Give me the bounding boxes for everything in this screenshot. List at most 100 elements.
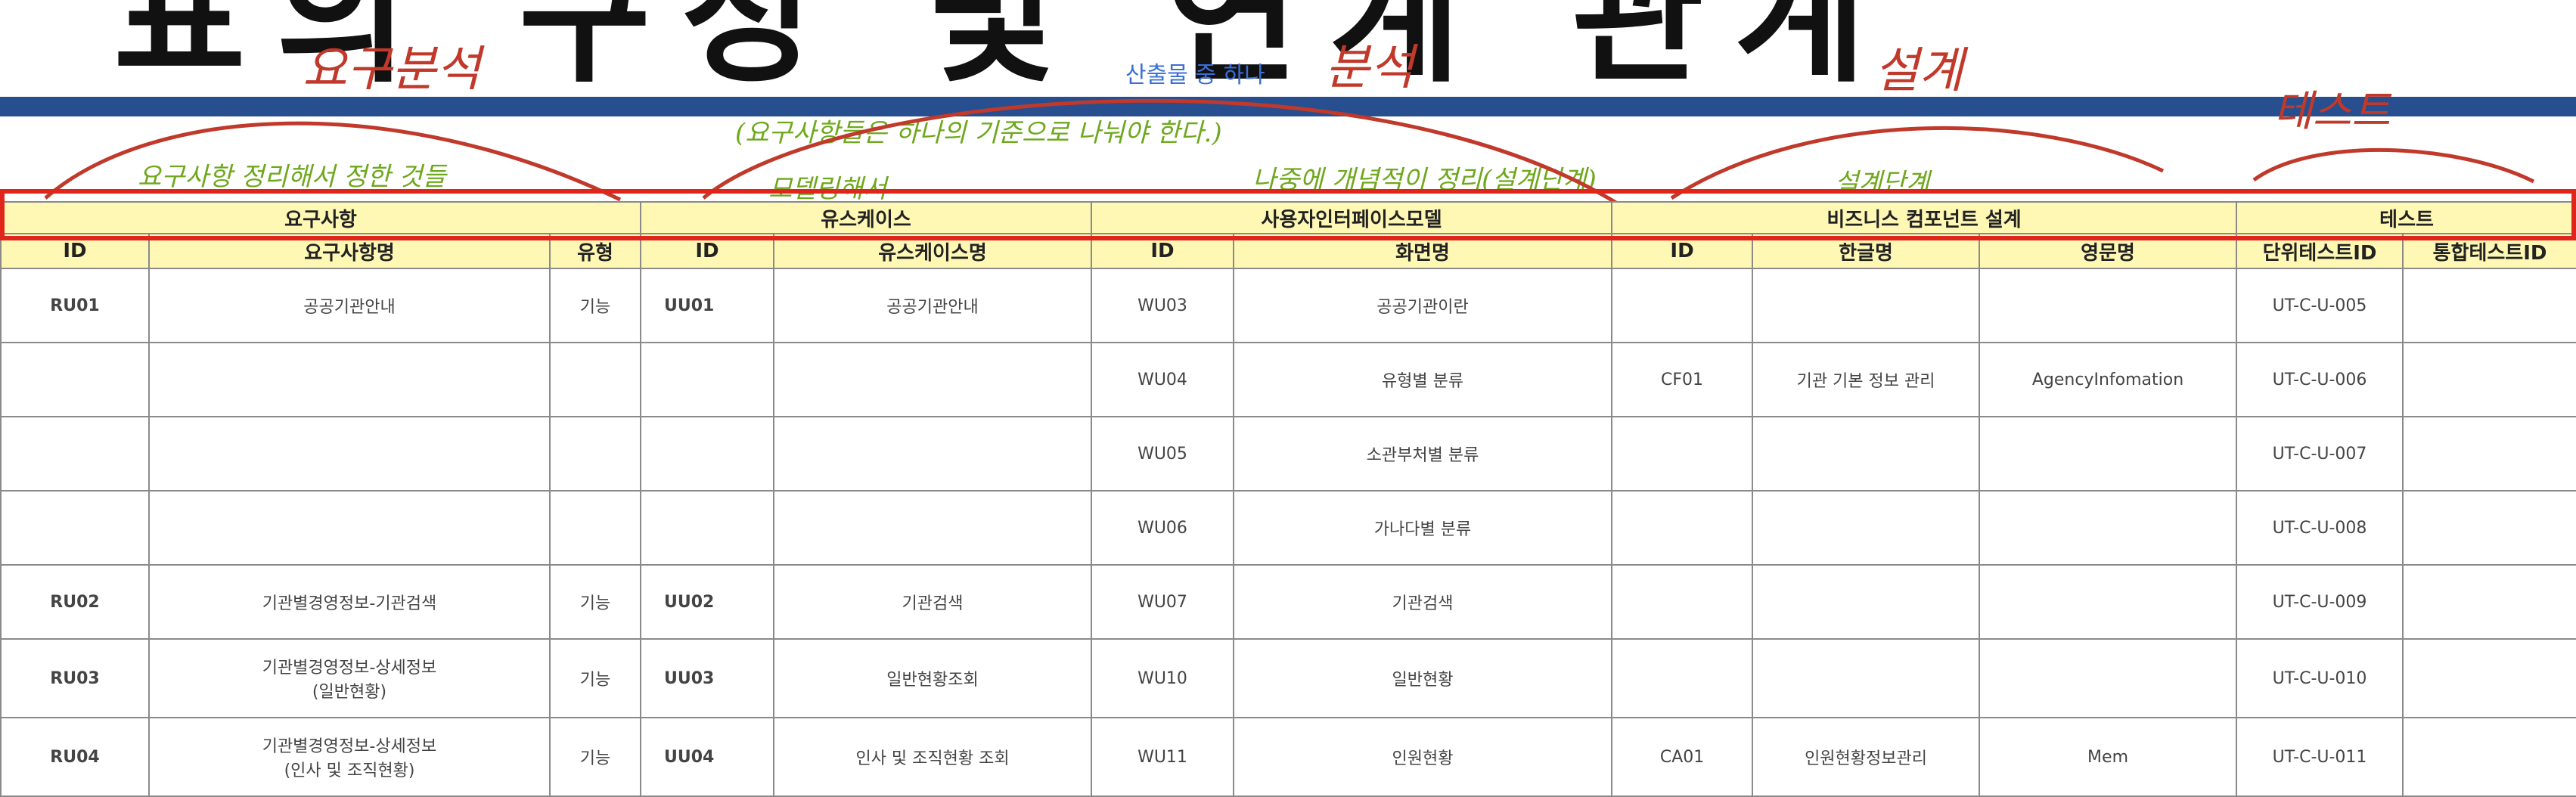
integration-test-id	[2402, 268, 2576, 343]
integration-test-id	[2402, 342, 2576, 417]
integration-test-id	[2402, 638, 2576, 718]
screen-name: 가나다별 분류	[1233, 490, 1613, 566]
table-row: WU05 소관부처별 분류 UT-C-U-007	[0, 416, 2576, 492]
usecase-name: 인사 및 조직현황 조회	[772, 717, 1093, 797]
table-row: RU01 공공기관안내 기능 UU01 공공기관안내 WU03 공공기관이란 U…	[0, 268, 2576, 343]
usecase-id	[640, 342, 774, 417]
unit-test-id: UT-C-U-005	[2236, 268, 2404, 343]
req-name	[148, 490, 551, 566]
req-id: RU02	[0, 564, 150, 640]
usecase-name: 일반현황조회	[772, 638, 1093, 718]
screen-id: WU05	[1091, 416, 1235, 492]
req-type	[549, 416, 641, 492]
component-english-name: Mem	[1979, 717, 2238, 797]
req-id	[0, 342, 150, 417]
component-english-name	[1979, 490, 2238, 566]
traceability-table: 요구사항 유스케이스 사용자인터페이스모델 비즈니스 컴포넌트 설계 테스트 I…	[0, 201, 2576, 797]
screen-name: 유형별 분류	[1233, 342, 1613, 417]
req-name	[148, 416, 551, 492]
unit-test-id: UT-C-U-010	[2236, 638, 2404, 718]
usecase-name: 공공기관안내	[772, 268, 1093, 343]
req-type	[549, 342, 641, 417]
arc-test	[2252, 147, 2535, 184]
usecase-id: UU02	[640, 564, 774, 640]
screen-id: WU03	[1091, 268, 1235, 343]
annotation-design-phase: 설계	[1874, 43, 1963, 99]
screen-id: WU11	[1091, 717, 1235, 797]
component-korean-name	[1752, 416, 1981, 492]
req-type: 기능	[549, 717, 641, 797]
usecase-id: UU01	[640, 268, 774, 343]
screen-name: 일반현황	[1233, 638, 1613, 718]
table-row: WU04 유형별 분류 CF01 기관 기본 정보 관리 AgencyInfom…	[0, 342, 2576, 417]
req-name	[148, 342, 551, 417]
usecase-name	[772, 490, 1093, 566]
component-id: CA01	[1611, 717, 1754, 797]
usecase-name	[772, 342, 1093, 417]
req-type: 기능	[549, 564, 641, 640]
annotation-test-phase: 테스트	[2273, 87, 2391, 136]
usecase-id	[640, 490, 774, 566]
unit-test-id: UT-C-U-007	[2236, 416, 2404, 492]
table-row: RU03 기관별경영정보-상세정보 (일반현황) 기능 UU03 일반현황조회 …	[0, 638, 2576, 718]
screen-name: 공공기관이란	[1233, 268, 1613, 343]
screen-id: WU06	[1091, 490, 1235, 566]
screen-id: WU04	[1091, 342, 1235, 417]
req-type	[549, 490, 641, 566]
req-type: 기능	[549, 638, 641, 718]
component-english-name	[1979, 564, 2238, 640]
component-korean-name	[1752, 490, 1981, 566]
req-id	[0, 416, 150, 492]
integration-test-id	[2402, 416, 2576, 492]
component-korean-name	[1752, 638, 1981, 718]
screen-name: 기관검색	[1233, 564, 1613, 640]
req-name: 기관별경영정보-상세정보 (일반현황)	[148, 638, 551, 718]
req-id: RU01	[0, 268, 150, 343]
integration-test-id	[2402, 490, 2576, 566]
table-row: RU04 기관별경영정보-상세정보 (인사 및 조직현황) 기능 UU04 인사…	[0, 717, 2576, 797]
component-id	[1611, 268, 1754, 343]
component-english-name	[1979, 268, 2238, 343]
component-id	[1611, 416, 1754, 492]
component-korean-name: 인원현황정보관리	[1752, 717, 1981, 797]
usecase-name: 기관검색	[772, 564, 1093, 640]
req-name: 공공기관안내	[148, 268, 551, 343]
req-type: 기능	[549, 268, 641, 343]
usecase-id	[640, 416, 774, 492]
unit-test-id: UT-C-U-009	[2236, 564, 2404, 640]
req-id: RU04	[0, 717, 150, 797]
note-deliverable: 산출물 중 하나	[1125, 62, 1265, 88]
screen-name: 인원현황	[1233, 717, 1613, 797]
component-english-name: AgencyInfomation	[1979, 342, 2238, 417]
unit-test-id: UT-C-U-006	[2236, 342, 2404, 417]
highlight-box	[0, 189, 2576, 240]
req-name: 기관별경영정보-상세정보 (인사 및 조직현황)	[148, 717, 551, 797]
component-english-name	[1979, 416, 2238, 492]
req-id: RU03	[0, 638, 150, 718]
integration-test-id	[2402, 717, 2576, 797]
screen-id: WU07	[1091, 564, 1235, 640]
component-korean-name	[1752, 564, 1981, 640]
annotation-usecase-note: (요구사항들은 하나의 기준으로 나눠야 한다.)	[735, 118, 1222, 148]
usecase-id: UU03	[640, 638, 774, 718]
unit-test-id: UT-C-U-011	[2236, 717, 2404, 797]
table-row: WU06 가나다별 분류 UT-C-U-008	[0, 490, 2576, 566]
usecase-id: UU04	[640, 717, 774, 797]
annotation-analysis-phase: 분석	[1325, 40, 1414, 96]
screen-name: 소관부처별 분류	[1233, 416, 1613, 492]
unit-test-id: UT-C-U-008	[2236, 490, 2404, 566]
component-korean-name: 기관 기본 정보 관리	[1752, 342, 1981, 417]
annotation-requirements-phase: 요구분석	[303, 42, 481, 98]
screen-id: WU10	[1091, 638, 1235, 718]
req-name: 기관별경영정보-기관검색	[148, 564, 551, 640]
req-id	[0, 490, 150, 566]
annotation-requirements-note: 요구사항 정리해서 정한 것들	[138, 162, 446, 192]
component-id	[1611, 490, 1754, 566]
component-id	[1611, 638, 1754, 718]
component-id: CF01	[1611, 342, 1754, 417]
integration-test-id	[2402, 564, 2576, 640]
usecase-name	[772, 416, 1093, 492]
component-korean-name	[1752, 268, 1981, 343]
table-row: RU02 기관별경영정보-기관검색 기능 UU02 기관검색 WU07 기관검색…	[0, 564, 2576, 640]
component-id	[1611, 564, 1754, 640]
